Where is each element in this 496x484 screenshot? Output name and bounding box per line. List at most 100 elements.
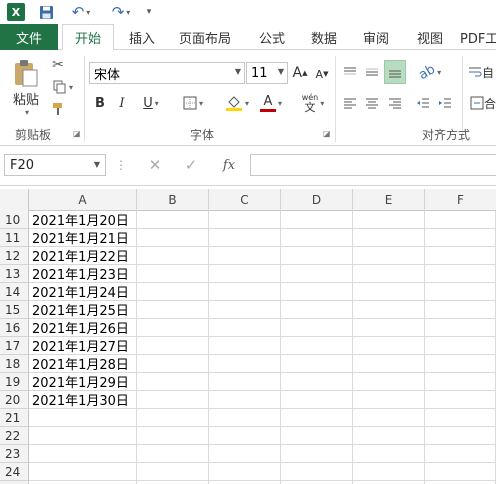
tab-insert[interactable]: 插入 (120, 24, 164, 50)
row-header[interactable]: 11 (0, 229, 29, 247)
cell-b[interactable] (137, 319, 209, 337)
cell-d[interactable] (281, 211, 353, 229)
row-header[interactable]: 12 (0, 247, 29, 265)
tab-home[interactable]: 开始 (62, 24, 114, 51)
tab-review[interactable]: 审阅 (354, 24, 398, 50)
cell-c[interactable] (209, 427, 281, 445)
cell-d[interactable] (281, 319, 353, 337)
column-header-a[interactable]: A (29, 189, 137, 211)
cell-a[interactable]: 2021年1月29日 (29, 373, 137, 391)
cell-f[interactable] (425, 301, 496, 319)
align-center-icon[interactable] (363, 94, 381, 112)
cell-a[interactable]: 2021年1月20日 (29, 211, 137, 229)
select-all-corner[interactable] (0, 189, 29, 211)
cell-b[interactable] (137, 247, 209, 265)
cell-b[interactable] (137, 301, 209, 319)
cell-c[interactable] (209, 337, 281, 355)
cell-f[interactable] (425, 445, 496, 463)
tab-page-layout[interactable]: 页面布局 (172, 24, 238, 50)
align-bottom-icon[interactable] (384, 60, 406, 84)
row-header[interactable]: 17 (0, 337, 29, 355)
row-header[interactable]: 21 (0, 409, 29, 427)
cell-a[interactable]: 2021年1月28日 (29, 355, 137, 373)
cell-c[interactable] (209, 283, 281, 301)
fill-color-icon[interactable]: ▾ (222, 92, 252, 114)
customize-qat-icon[interactable]: ▾ (143, 2, 155, 22)
cell-e[interactable] (353, 283, 425, 301)
borders-icon[interactable]: ▾ (178, 94, 208, 112)
cell-c[interactable] (209, 301, 281, 319)
cell-d[interactable] (281, 283, 353, 301)
copy-icon[interactable]: ▾ (48, 78, 78, 96)
cell-d[interactable] (281, 373, 353, 391)
cell-e[interactable] (353, 427, 425, 445)
decrease-indent-icon[interactable] (414, 94, 432, 112)
cell-f[interactable] (425, 337, 496, 355)
cell-c[interactable] (209, 355, 281, 373)
cell-c[interactable] (209, 247, 281, 265)
cell-b[interactable] (137, 463, 209, 481)
row-header[interactable]: 13 (0, 265, 29, 283)
cell-b[interactable] (137, 409, 209, 427)
cell-b[interactable] (137, 283, 209, 301)
cell-b[interactable] (137, 373, 209, 391)
cell-e[interactable] (353, 319, 425, 337)
insert-function-button[interactable]: fx (216, 154, 242, 176)
cell-d[interactable] (281, 355, 353, 373)
font-color-icon[interactable]: A ▾ (256, 92, 286, 114)
cell-a[interactable]: 2021年1月27日 (29, 337, 137, 355)
column-header-f[interactable]: F (425, 189, 496, 211)
align-left-icon[interactable] (341, 94, 359, 112)
cell-d[interactable] (281, 391, 353, 409)
row-header[interactable]: 20 (0, 391, 29, 409)
column-header-c[interactable]: C (209, 189, 281, 211)
paste-dropdown-icon[interactable]: ▾ (18, 106, 34, 118)
clipboard-launcher-icon[interactable]: ◪ (73, 129, 81, 138)
cell-a[interactable] (29, 463, 137, 481)
cell-e[interactable] (353, 409, 425, 427)
cell-f[interactable] (425, 247, 496, 265)
cell-f[interactable] (425, 409, 496, 427)
row-header[interactable]: 24 (0, 463, 29, 481)
italic-button[interactable]: I (114, 94, 130, 112)
cell-e[interactable] (353, 445, 425, 463)
save-icon[interactable] (38, 2, 54, 22)
tab-view[interactable]: 视图 (408, 24, 452, 50)
cell-a[interactable] (29, 427, 137, 445)
cell-c[interactable] (209, 229, 281, 247)
cell-f[interactable] (425, 283, 496, 301)
cell-f[interactable] (425, 265, 496, 283)
column-header-b[interactable]: B (137, 189, 209, 211)
paste-icon[interactable] (8, 56, 44, 90)
cell-c[interactable] (209, 409, 281, 427)
row-header[interactable]: 23 (0, 445, 29, 463)
grow-font-icon[interactable]: A ▲ (292, 62, 308, 84)
font-launcher-icon[interactable]: ◪ (323, 129, 331, 138)
underline-button[interactable]: U ▾ (136, 94, 166, 112)
cell-e[interactable] (353, 373, 425, 391)
cell-e[interactable] (353, 211, 425, 229)
cell-a[interactable]: 2021年1月30日 (29, 391, 137, 409)
column-header-d[interactable]: D (281, 189, 353, 211)
cell-e[interactable] (353, 301, 425, 319)
cell-e[interactable] (353, 247, 425, 265)
row-header[interactable]: 14 (0, 283, 29, 301)
cell-c[interactable] (209, 265, 281, 283)
cell-b[interactable] (137, 445, 209, 463)
cell-d[interactable] (281, 427, 353, 445)
align-middle-icon[interactable] (363, 62, 381, 82)
cell-a[interactable]: 2021年1月23日 (29, 265, 137, 283)
enter-icon[interactable]: ✓ (180, 154, 202, 176)
tab-formulas[interactable]: 公式 (250, 24, 294, 50)
redo-icon[interactable]: ↷ ▾ (106, 2, 136, 22)
cell-b[interactable] (137, 265, 209, 283)
cell-c[interactable] (209, 319, 281, 337)
cell-a[interactable] (29, 445, 137, 463)
increase-indent-icon[interactable] (436, 94, 454, 112)
cell-d[interactable] (281, 247, 353, 265)
font-name-select[interactable]: 宋体 ▼ (89, 62, 245, 84)
tab-pdf[interactable]: PDF工 (460, 24, 496, 50)
shrink-font-icon[interactable]: A ▼ (314, 64, 330, 84)
cell-e[interactable] (353, 463, 425, 481)
cell-a[interactable]: 2021年1月21日 (29, 229, 137, 247)
